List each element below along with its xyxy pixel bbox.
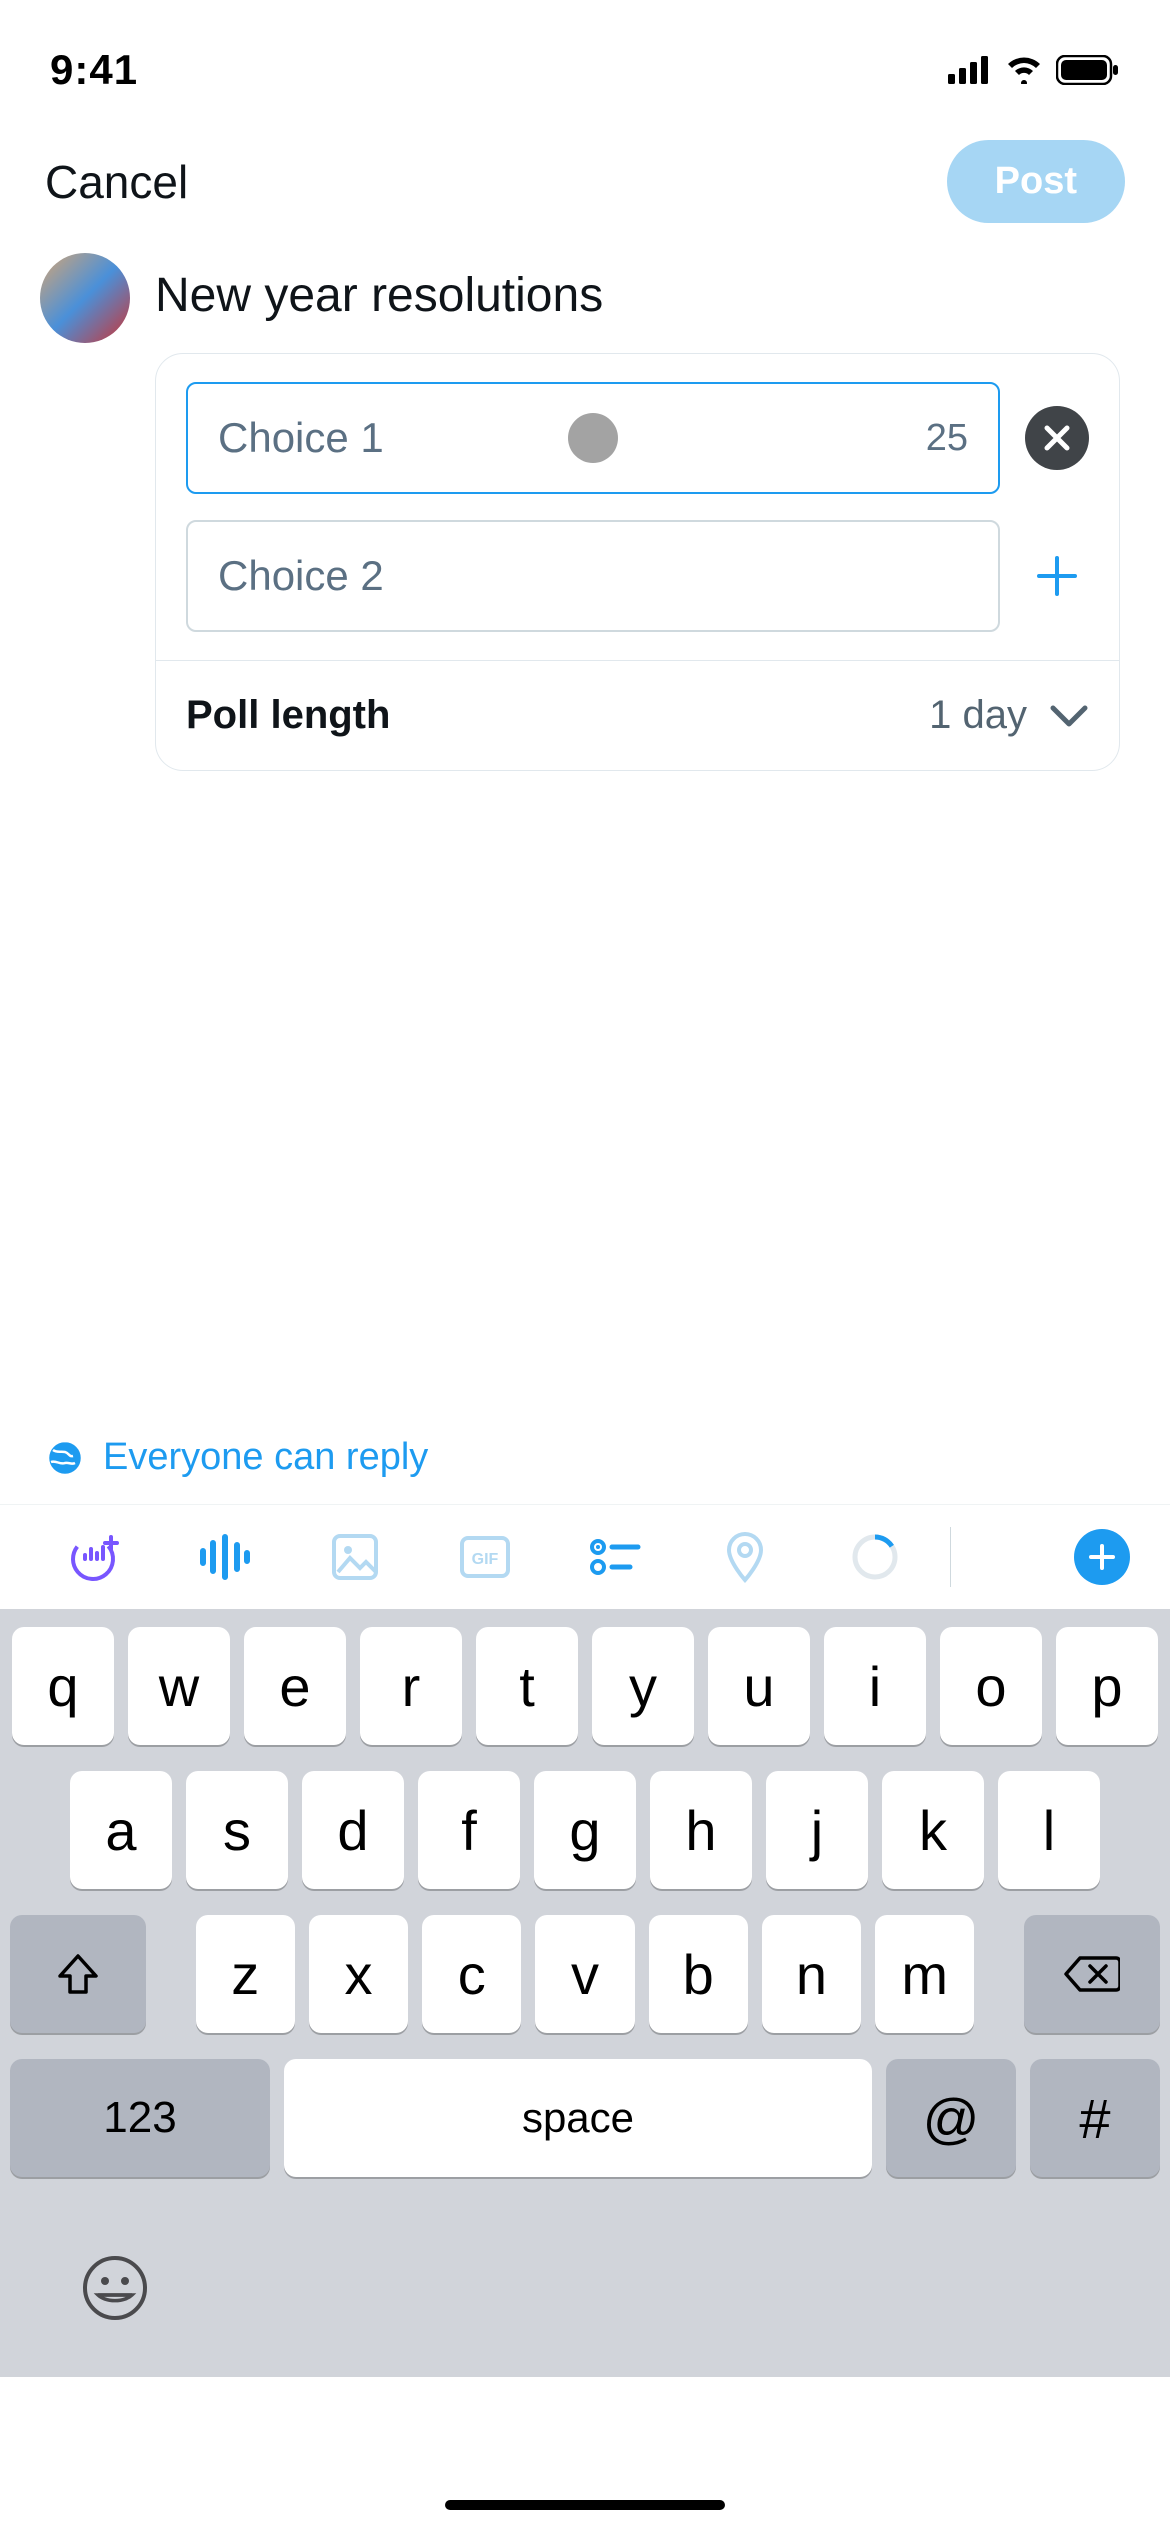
key-y[interactable]: y xyxy=(592,1627,694,1745)
plus-icon xyxy=(1035,554,1079,598)
key-n[interactable]: n xyxy=(762,1915,861,2033)
toolbar-spaces-button[interactable] xyxy=(160,1533,290,1581)
shift-icon xyxy=(54,1950,102,1998)
key-h[interactable]: h xyxy=(650,1771,752,1889)
poll-icon xyxy=(588,1535,642,1579)
key-i[interactable]: i xyxy=(824,1627,926,1745)
key-p[interactable]: p xyxy=(1056,1627,1158,1745)
add-thread-button[interactable] xyxy=(1074,1529,1130,1585)
key-o[interactable]: o xyxy=(940,1627,1042,1745)
at-key[interactable]: @ xyxy=(886,2059,1016,2177)
poll-card: Choice 1 25 Choice 2 xyxy=(155,353,1120,771)
key-m[interactable]: m xyxy=(875,1915,974,2033)
compose-area: New year resolutions Choice 1 25 Choice … xyxy=(0,253,1170,771)
location-icon xyxy=(723,1530,767,1584)
toolbar-progress xyxy=(810,1533,940,1581)
key-j[interactable]: j xyxy=(766,1771,868,1889)
keyboard-bottom-row xyxy=(10,2203,1160,2337)
toolbar-record-button[interactable] xyxy=(30,1529,160,1585)
keyboard: qwertyuiop asdfghjkl zxcvbnm 123 space @… xyxy=(0,1609,1170,2377)
key-c[interactable]: c xyxy=(422,1915,521,2033)
poll-length-label: Poll length xyxy=(186,693,390,738)
wifi-icon xyxy=(1004,56,1044,84)
toolbar-image-button[interactable] xyxy=(290,1532,420,1582)
chevron-down-icon xyxy=(1049,704,1089,728)
hash-key[interactable]: # xyxy=(1030,2059,1160,2177)
key-a[interactable]: a xyxy=(70,1771,172,1889)
cancel-button[interactable]: Cancel xyxy=(45,155,188,209)
image-icon xyxy=(330,1532,380,1582)
close-icon xyxy=(1043,424,1071,452)
home-indicator[interactable] xyxy=(445,2500,725,2510)
status-icons xyxy=(948,55,1120,85)
status-bar: 9:41 xyxy=(0,0,1170,120)
keyboard-row-1: qwertyuiop xyxy=(10,1627,1160,1745)
choice-2-input[interactable]: Choice 2 xyxy=(186,520,1000,632)
key-v[interactable]: v xyxy=(535,1915,634,2033)
add-choice-button[interactable] xyxy=(1025,544,1089,608)
compose-content: New year resolutions Choice 1 25 Choice … xyxy=(155,253,1130,771)
key-t[interactable]: t xyxy=(476,1627,578,1745)
choice-row-2: Choice 2 xyxy=(186,520,1089,632)
emoji-key[interactable] xyxy=(80,2253,150,2337)
toolbar-separator xyxy=(950,1527,951,1587)
keyboard-row-3: zxcvbnm xyxy=(10,1915,1160,2033)
audio-wave-icon xyxy=(197,1533,253,1581)
choice-2-placeholder: Choice 2 xyxy=(218,552,384,600)
globe-icon xyxy=(45,1438,85,1478)
choice-1-counter: 25 xyxy=(926,417,968,460)
key-f[interactable]: f xyxy=(418,1771,520,1889)
toolbar-gif-button[interactable]: GIF xyxy=(420,1532,550,1582)
numbers-key[interactable]: 123 xyxy=(10,2059,270,2177)
shift-key[interactable] xyxy=(10,1915,146,2033)
key-e[interactable]: e xyxy=(244,1627,346,1745)
record-plus-icon xyxy=(67,1529,123,1585)
emoji-icon xyxy=(80,2253,150,2323)
space-key[interactable]: space xyxy=(284,2059,872,2177)
choice-1-input[interactable]: Choice 1 25 xyxy=(186,382,1000,494)
key-g[interactable]: g xyxy=(534,1771,636,1889)
key-x[interactable]: x xyxy=(309,1915,408,2033)
key-d[interactable]: d xyxy=(302,1771,404,1889)
key-q[interactable]: q xyxy=(12,1627,114,1745)
toolbar-poll-button[interactable] xyxy=(550,1535,680,1579)
choice-row-1: Choice 1 25 xyxy=(186,382,1089,494)
backspace-icon xyxy=(1064,1954,1120,1994)
key-r[interactable]: r xyxy=(360,1627,462,1745)
remove-poll-button[interactable] xyxy=(1025,406,1089,470)
progress-circle-icon xyxy=(851,1533,899,1581)
compose-toolbar: GIF xyxy=(0,1505,1170,1609)
poll-length-row[interactable]: Poll length 1 day xyxy=(156,660,1119,770)
key-k[interactable]: k xyxy=(882,1771,984,1889)
keyboard-row-4: 123 space @ # xyxy=(10,2059,1160,2177)
keyboard-row-2: asdfghjkl xyxy=(10,1771,1160,1889)
post-button[interactable]: Post xyxy=(947,140,1125,223)
svg-text:GIF: GIF xyxy=(472,1551,499,1568)
key-l[interactable]: l xyxy=(998,1771,1100,1889)
choice-1-placeholder: Choice 1 xyxy=(218,414,384,462)
compose-text[interactable]: New year resolutions xyxy=(155,253,1130,353)
gif-icon: GIF xyxy=(458,1532,512,1582)
poll-length-text: 1 day xyxy=(929,693,1027,738)
backspace-key[interactable] xyxy=(1024,1915,1160,2033)
status-time: 9:41 xyxy=(50,46,138,94)
key-s[interactable]: s xyxy=(186,1771,288,1889)
battery-icon xyxy=(1056,55,1120,85)
key-b[interactable]: b xyxy=(649,1915,748,2033)
key-w[interactable]: w xyxy=(128,1627,230,1745)
reply-setting[interactable]: Everyone can reply xyxy=(0,1411,1170,1504)
key-u[interactable]: u xyxy=(708,1627,810,1745)
nav-bar: Cancel Post xyxy=(0,120,1170,253)
poll-choices: Choice 1 25 Choice 2 xyxy=(156,354,1119,660)
toolbar-location-button[interactable] xyxy=(680,1530,810,1584)
cellular-icon xyxy=(948,56,992,84)
poll-length-value: 1 day xyxy=(929,693,1089,738)
reply-setting-label: Everyone can reply xyxy=(103,1436,428,1479)
plus-icon xyxy=(1087,1542,1117,1572)
text-cursor-indicator xyxy=(568,413,618,463)
key-z[interactable]: z xyxy=(196,1915,295,2033)
avatar[interactable] xyxy=(40,253,130,343)
